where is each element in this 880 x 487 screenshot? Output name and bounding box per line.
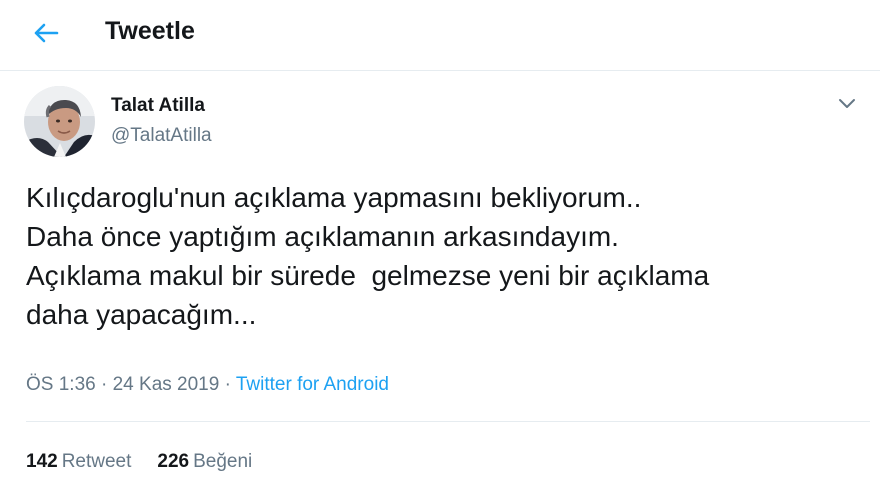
back-button[interactable] <box>28 18 64 48</box>
author-display-name[interactable]: Talat Atilla <box>111 95 205 117</box>
tweet-text: Kılıçdaroglu'nun açıklama yapmasını bekl… <box>26 178 866 334</box>
retweet-label: Retweet <box>61 451 132 472</box>
tweet-text-line: Açıklama makul bir sürede gelmezse yeni … <box>26 260 710 291</box>
top-bar: Tweetle <box>0 0 880 71</box>
retweet-stat[interactable]: 142 Retweet <box>26 450 131 474</box>
page-title: Tweetle <box>105 17 195 45</box>
tweet-text-line: Kılıçdaroglu'nun açıklama yapmasını bekl… <box>26 182 642 213</box>
tweet-metadata: ÖS 1:36 · 24 Kas 2019 · Twitter for Andr… <box>26 373 389 397</box>
tweet-text-line: Daha önce yaptığım açıklamanın arkasında… <box>26 221 619 252</box>
tweet-time[interactable]: ÖS 1:36 <box>26 374 96 395</box>
tweet-menu-button[interactable] <box>834 92 860 114</box>
divider <box>26 421 870 422</box>
profile-photo <box>24 86 95 157</box>
like-count: 226 <box>157 451 190 472</box>
like-stat[interactable]: 226 Beğeni <box>157 450 252 474</box>
meta-separator: · <box>219 374 236 395</box>
avatar[interactable] <box>24 86 95 157</box>
chevron-down-icon <box>839 99 855 108</box>
meta-separator: · <box>95 374 113 395</box>
tweet-date[interactable]: 24 Kas 2019 <box>113 374 220 395</box>
arrow-left-icon <box>34 23 59 43</box>
like-label: Beğeni <box>193 451 253 472</box>
retweet-count: 142 <box>26 451 58 472</box>
tweet-stats: 142 Retweet 226 Beğeni <box>26 450 278 474</box>
tweet-text-line: daha yapacağım... <box>26 299 257 330</box>
tweet-source-link[interactable]: Twitter for Android <box>236 374 389 395</box>
author-handle[interactable]: @TalatAtilla <box>111 124 212 148</box>
